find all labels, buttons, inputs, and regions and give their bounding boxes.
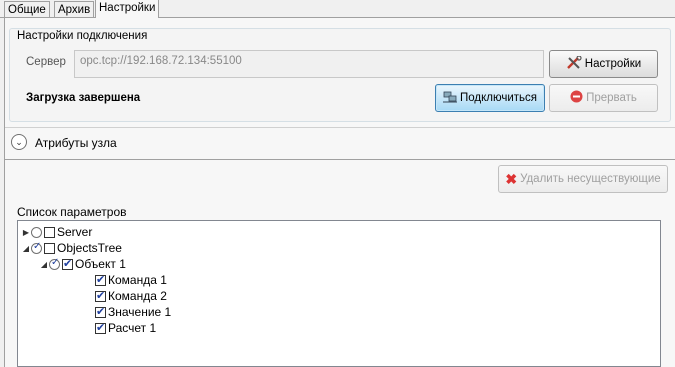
checkbox[interactable] xyxy=(95,321,106,334)
radio-icon[interactable] xyxy=(49,257,60,270)
checkbox[interactable] xyxy=(95,305,106,318)
tab-label: Общие xyxy=(8,4,46,16)
tree-node-label: Значение 1 xyxy=(108,305,172,319)
expand-arrow-icon[interactable]: ▶ xyxy=(21,224,31,240)
stop-icon xyxy=(570,90,583,106)
tree-node-label: Расчет 1 xyxy=(108,321,157,335)
parameter-list-label: Список параметров xyxy=(17,205,127,219)
tree-node-object-1[interactable]: ◢ Объект 1 xyxy=(39,256,126,272)
tree-node-value-1[interactable]: Значение 1 xyxy=(95,304,171,320)
tab-general[interactable]: Общие xyxy=(4,1,50,17)
tree-node-server[interactable]: ▶ Server xyxy=(21,224,92,240)
checkbox[interactable] xyxy=(62,257,73,270)
node-attributes-expander[interactable]: Атрибуты узла xyxy=(35,136,117,150)
delete-button-label: Удалить несуществующие xyxy=(520,173,661,185)
tree-node-label: Команда 1 xyxy=(108,273,167,287)
connect-button[interactable]: Подключиться xyxy=(435,84,545,112)
network-icon xyxy=(442,91,457,106)
radio-icon[interactable] xyxy=(31,226,42,238)
connection-group-title: Настройки подключения xyxy=(17,30,148,42)
tree-node-label: Объект 1 xyxy=(75,257,126,271)
tree-node-label: Команда 2 xyxy=(108,289,167,303)
expand-chevron-icon[interactable]: ⌄ xyxy=(11,134,27,150)
settings-button[interactable]: Настройки xyxy=(549,50,658,78)
tree-node-objectstree[interactable]: ◢ ObjectsTree xyxy=(21,240,122,256)
radio-icon[interactable] xyxy=(31,241,42,254)
checkbox[interactable] xyxy=(95,289,106,302)
tab-label: Архив xyxy=(58,4,91,16)
tab-strip: Общие Архив Настройки xyxy=(0,0,675,18)
tab-label: Настройки xyxy=(99,2,156,14)
tools-icon xyxy=(566,54,582,73)
tree-node-label: Server xyxy=(57,225,93,239)
tree-node-command-1[interactable]: Команда 1 xyxy=(95,272,167,288)
tab-settings[interactable]: Настройки xyxy=(95,0,160,18)
delete-nonexistent-button[interactable]: ✖ Удалить несуществующие xyxy=(498,165,668,193)
delete-x-icon: ✖ xyxy=(505,170,518,187)
server-label: Сервер xyxy=(26,56,66,68)
tab-archive[interactable]: Архив xyxy=(54,1,95,17)
server-address-input[interactable]: opc.tcp://192.168.72.134:55100 xyxy=(74,50,544,78)
abort-button-label: Прервать xyxy=(586,92,637,104)
abort-button[interactable]: Прервать xyxy=(549,84,658,112)
tree-node-calc-1[interactable]: Расчет 1 xyxy=(95,320,156,336)
section-divider xyxy=(5,127,675,128)
status-text: Загрузка завершена xyxy=(26,92,141,104)
settings-button-label: Настройки xyxy=(584,58,642,70)
collapse-arrow-icon[interactable]: ◢ xyxy=(39,256,49,272)
tree-node-command-2[interactable]: Команда 2 xyxy=(95,288,167,304)
collapse-arrow-icon[interactable]: ◢ xyxy=(21,240,31,256)
tree-node-label: ObjectsTree xyxy=(57,241,122,255)
connect-button-label: Подключиться xyxy=(459,92,537,104)
checkbox[interactable] xyxy=(95,273,106,286)
checkbox[interactable] xyxy=(44,226,55,238)
parameter-tree[interactable]: ▶ Server ◢ ObjectsTree ◢ Объект 1 Команд… xyxy=(17,220,661,367)
checkbox[interactable] xyxy=(44,242,55,254)
